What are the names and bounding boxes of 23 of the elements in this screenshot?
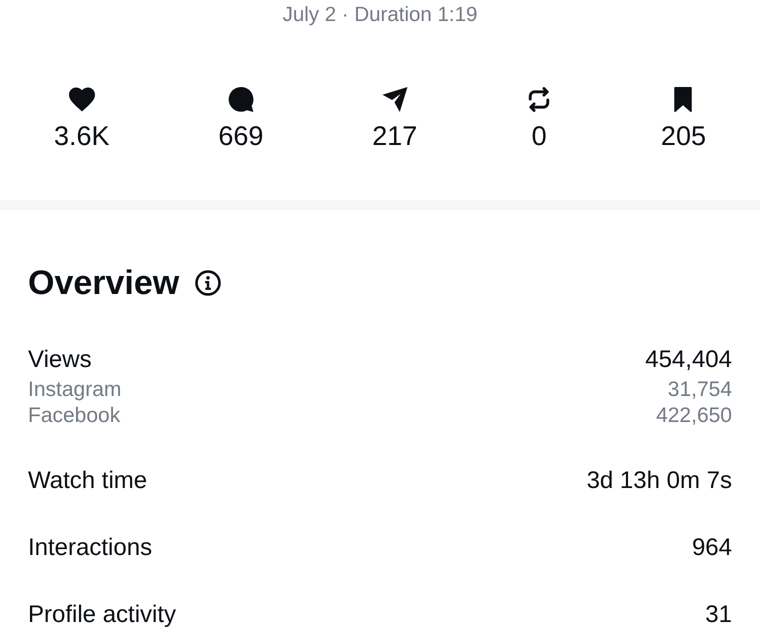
metric-label: Profile activity	[28, 600, 176, 630]
metric-label: Interactions	[28, 533, 152, 563]
paper-plane-icon	[382, 87, 408, 112]
breakdown-value: 31,754	[668, 377, 732, 403]
metric-value: 454,404	[645, 345, 732, 375]
metric-value: 964	[692, 533, 732, 563]
heart-icon	[68, 87, 95, 112]
metric-label: Views	[28, 345, 92, 375]
save-count: 205	[660, 120, 706, 152]
speech-bubble-icon	[228, 87, 254, 112]
breakdown-value: 422,650	[656, 403, 732, 429]
metric-value: 3d 13h 0m 7s	[586, 466, 732, 496]
breakdown-label: Facebook	[28, 403, 120, 429]
share-count: 217	[372, 120, 418, 152]
breakdown-label: Instagram	[28, 377, 122, 403]
info-icon[interactable]	[195, 270, 222, 296]
metric-label: Watch time	[28, 466, 148, 496]
repost-count: 0	[532, 120, 547, 152]
comment-count: 669	[218, 120, 264, 152]
metric-value: 31	[705, 600, 732, 630]
like-count: 3.6K	[54, 120, 110, 152]
date-duration-text: July 2 · Duration 1:19	[282, 2, 478, 27]
section-heading: Overview	[28, 263, 180, 303]
